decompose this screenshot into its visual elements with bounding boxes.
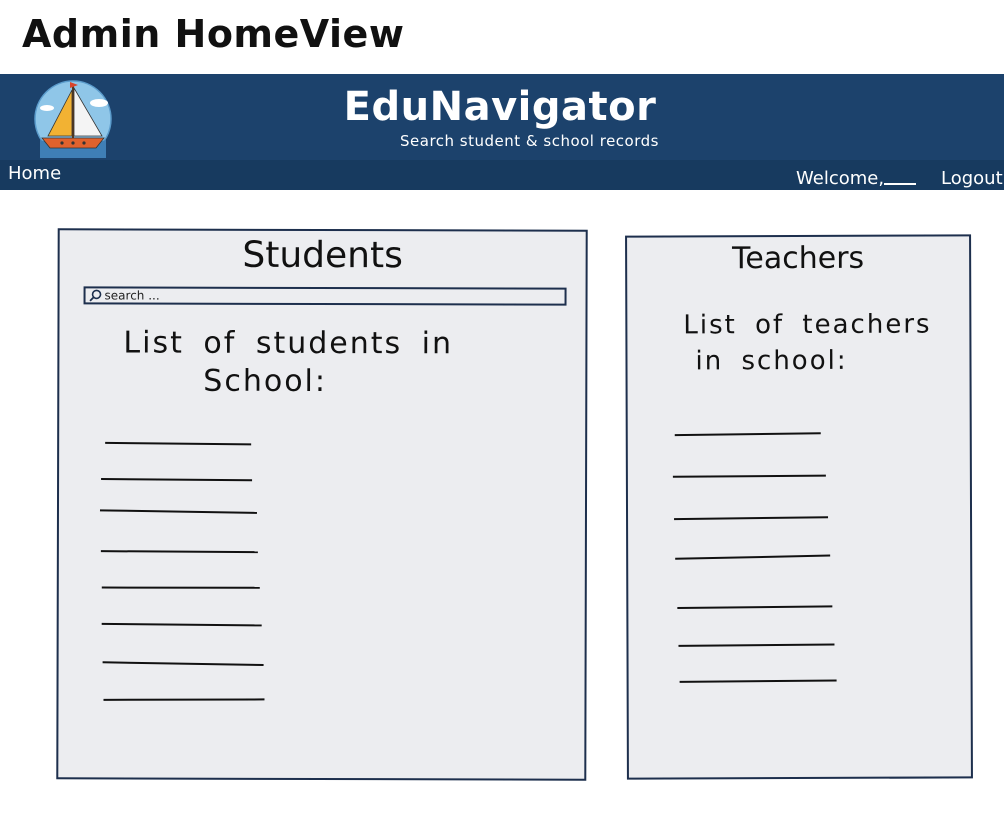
- students-title: Students: [242, 234, 403, 277]
- teacher-list-item: [678, 643, 835, 647]
- search-icon: [89, 289, 102, 302]
- student-list-item: [100, 550, 258, 554]
- teacher-list-item: [672, 474, 826, 478]
- teacher-list-item: [677, 605, 833, 609]
- teacher-list-item: [679, 679, 837, 683]
- teachers-list-caption: List of teachers in school:: [683, 307, 931, 380]
- welcome-text: Welcome,: [796, 168, 885, 189]
- navbar: Home Welcome, Logout: [0, 160, 1004, 190]
- student-search-box[interactable]: [83, 286, 567, 306]
- teachers-caption-line1: List of teachers: [683, 309, 932, 341]
- students-caption-line1: List of students in: [123, 325, 454, 362]
- student-list-item: [101, 622, 262, 627]
- students-list-caption: List of students in School:: [123, 324, 453, 401]
- student-search-input[interactable]: [102, 288, 545, 304]
- teachers-caption-line2: in school:: [695, 345, 848, 377]
- app-header: EduNavigator Search student & school rec…: [0, 74, 1004, 160]
- teacher-list-item: [674, 516, 829, 521]
- brand-tagline: Search student & school records: [400, 132, 659, 150]
- student-list-item: [102, 661, 264, 666]
- teachers-panel: Teachers List of teachers in school:: [625, 234, 973, 780]
- student-list-item: [103, 698, 265, 701]
- logout-link[interactable]: Logout: [941, 168, 1003, 189]
- page-title: Admin HomeView: [22, 12, 405, 56]
- students-panel: Students List of students in School:: [56, 228, 588, 781]
- teacher-list-item: [674, 432, 821, 437]
- teachers-title: Teachers: [732, 240, 865, 277]
- students-caption-line2: School:: [203, 363, 328, 400]
- nav-home-link[interactable]: Home: [8, 163, 61, 184]
- student-list-item: [101, 478, 253, 482]
- student-list-item: [105, 441, 252, 446]
- teacher-list-item: [675, 554, 831, 560]
- student-list-item: [101, 586, 260, 589]
- brand-name: EduNavigator: [343, 84, 657, 130]
- student-list-item: [99, 509, 257, 514]
- username-placeholder: [884, 183, 916, 185]
